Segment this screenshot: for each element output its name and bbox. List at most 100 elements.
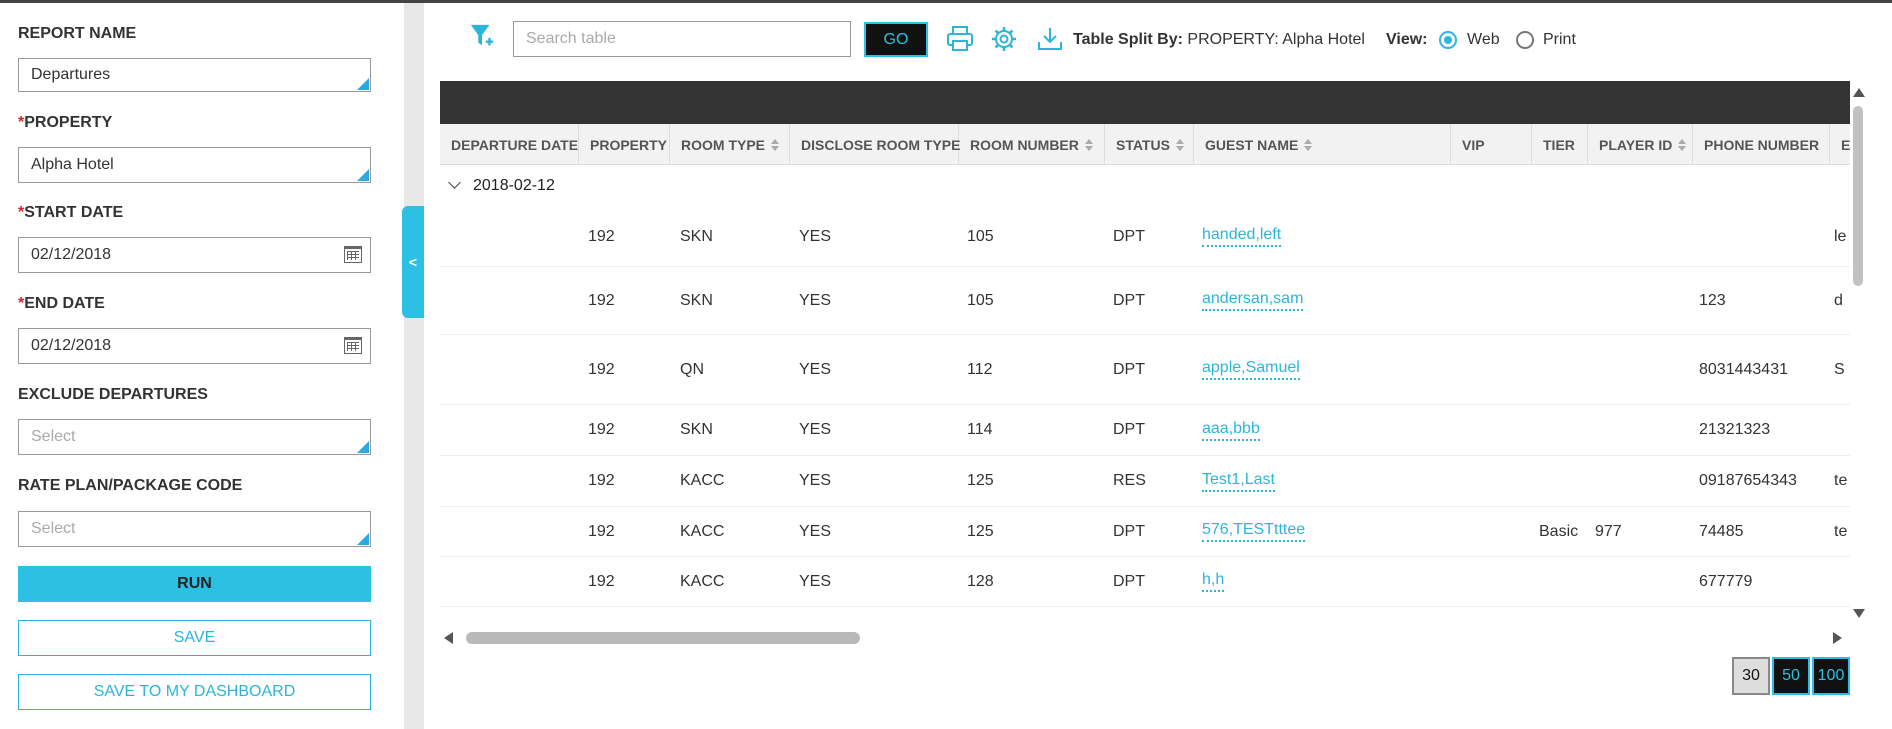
table-split-value: PROPERTY: Alpha Hotel <box>1187 31 1365 48</box>
view-print-radio[interactable] <box>1516 31 1534 49</box>
scroll-left-icon[interactable] <box>444 632 453 644</box>
scroll-right-icon[interactable] <box>1833 632 1842 644</box>
table-row[interactable]: 192 KACC YES 125 DPT 576,TESTtttee Basic 977 744… <box>440 507 1850 557</box>
cell-value: KACC <box>680 522 725 540</box>
table-row[interactable]: 192 QN YES 112 DPT apple,Samuel 8031443431 S <box>440 335 1850 405</box>
group-date: 2018-02-12 <box>473 177 555 194</box>
cell-extra: te <box>1834 456 1847 506</box>
cell-guest[interactable]: h,h <box>1202 557 1225 606</box>
page-size-50-button[interactable]: 50 <box>1772 657 1810 695</box>
column-header-room-number[interactable]: ROOM NUMBER <box>959 124 1105 165</box>
vertical-scrollbar[interactable] <box>1850 83 1868 623</box>
sort-icon[interactable] <box>1084 138 1093 151</box>
calendar-icon[interactable] <box>344 246 362 263</box>
cell-room-type: KACC <box>680 456 724 506</box>
print-icon[interactable] <box>946 25 974 53</box>
report-name-label: REPORT NAME <box>18 25 137 42</box>
column-header-tier[interactable]: TIER <box>1532 124 1588 165</box>
resize-corner-icon <box>357 78 369 90</box>
table-row[interactable]: 192 KACC YES 125 RES Test1,Last 09187654343 te <box>440 456 1850 507</box>
sort-icon[interactable] <box>1678 138 1687 151</box>
cell-value: d <box>1834 291 1843 309</box>
horizontal-scroll-thumb[interactable] <box>466 632 860 644</box>
rate-plan-select[interactable]: Select <box>18 511 371 547</box>
save-to-dashboard-button[interactable]: SAVE TO MY DASHBOARD <box>18 674 371 710</box>
cell-guest[interactable]: 576,TESTtttee <box>1202 507 1306 556</box>
table-row[interactable]: 192 SKN YES 105 DPT handed,left le <box>440 207 1850 267</box>
column-header-phone-number[interactable]: PHONE NUMBER <box>1693 124 1830 165</box>
view-web-radio[interactable] <box>1439 31 1457 49</box>
cell-phone: 123 <box>1699 267 1726 334</box>
page-size-30-button[interactable]: 30 <box>1732 657 1770 695</box>
cell-value: 192 <box>588 522 615 540</box>
gear-icon[interactable] <box>990 25 1018 53</box>
column-header-player-id[interactable]: PLAYER ID <box>1588 124 1693 165</box>
start-date-field[interactable]: 02/12/2018 <box>18 237 371 273</box>
exclude-departures-select[interactable]: Select <box>18 419 371 455</box>
guest-name-link[interactable]: 576,TESTtttee <box>1202 521 1306 542</box>
cell-value: DPT <box>1113 421 1145 438</box>
cell-disclose: YES <box>799 335 831 404</box>
guest-name-link[interactable]: h,h <box>1202 571 1225 592</box>
column-header-email[interactable]: E <box>1830 124 1850 165</box>
cell-value: YES <box>799 522 832 540</box>
guest-name-link[interactable]: apple,Samuel <box>1202 359 1300 380</box>
cell-guest[interactable]: apple,Samuel <box>1202 335 1300 404</box>
page-size-100-button[interactable]: 100 <box>1812 657 1850 695</box>
cell-value: 192 <box>588 572 615 590</box>
column-header-room-type[interactable]: ROOM TYPE <box>670 124 790 165</box>
guest-name-link[interactable]: aaa,bbb <box>1202 420 1260 441</box>
horizontal-scrollbar[interactable] <box>440 627 1850 647</box>
table-row[interactable]: 192 SKN YES 114 DPT aaa,bbb 21321323 <box>440 405 1850 456</box>
scroll-up-icon[interactable] <box>1853 88 1865 97</box>
guest-name-link[interactable]: andersan,sam <box>1202 290 1304 311</box>
go-button[interactable]: GO <box>864 22 928 57</box>
sort-icon[interactable] <box>1175 138 1184 151</box>
guest-name-link[interactable]: handed,left <box>1202 226 1282 247</box>
column-header-vip[interactable]: VIP <box>1451 124 1532 165</box>
cell-value: DPT <box>1113 572 1145 590</box>
exclude-departures-label: EXCLUDE DEPARTURES <box>18 386 208 403</box>
calendar-icon[interactable] <box>344 337 362 354</box>
report-name-value: Departures <box>31 66 111 83</box>
end-date-field[interactable]: 02/12/2018 <box>18 328 371 364</box>
column-header-property[interactable]: PROPERTY <box>579 124 670 165</box>
sort-icon[interactable] <box>771 138 780 151</box>
filter-add-icon[interactable] <box>468 23 496 51</box>
scroll-down-icon[interactable] <box>1853 609 1865 618</box>
cell-guest[interactable]: Test1,Last <box>1202 456 1275 506</box>
property-value: Alpha Hotel <box>31 156 114 173</box>
view-web-label[interactable]: Web <box>1467 31 1500 49</box>
sort-icon[interactable] <box>1304 138 1313 151</box>
table-row[interactable]: 192 SKN YES 105 DPT andersan,sam 123 d <box>440 267 1850 335</box>
cell-guest[interactable]: aaa,bbb <box>1202 405 1260 455</box>
run-button[interactable]: RUN <box>18 566 371 602</box>
column-header-disclose-room-type[interactable]: DISCLOSE ROOM TYPE <box>790 124 960 165</box>
group-row[interactable]: 2018-02-12 <box>440 166 1850 206</box>
report-name-field[interactable]: Departures <box>18 58 371 92</box>
guest-name-link[interactable]: Test1,Last <box>1202 471 1275 492</box>
column-header-status[interactable]: STATUS <box>1105 124 1194 165</box>
cell-property: 192 <box>588 405 615 455</box>
column-header-departure-date[interactable]: DEPARTURE DATE <box>440 124 579 165</box>
cell-room-type: SKN <box>680 207 713 266</box>
property-select[interactable]: Alpha Hotel <box>18 147 371 183</box>
save-button[interactable]: SAVE <box>18 620 371 656</box>
cell-value: 192 <box>588 360 615 378</box>
chevron-down-icon[interactable] <box>448 175 461 189</box>
cell-phone: 8031443431 <box>1699 335 1788 404</box>
cell-phone: 21321323 <box>1699 405 1770 455</box>
cell-value: 74485 <box>1699 522 1744 540</box>
report-parameters-panel: REPORT NAME Departures *PROPERTY Alpha H… <box>0 3 404 729</box>
download-icon[interactable] <box>1036 25 1064 53</box>
vertical-scroll-thumb[interactable] <box>1853 106 1863 286</box>
cell-guest[interactable]: andersan,sam <box>1202 267 1304 334</box>
collapse-panel-button[interactable]: < <box>402 206 424 318</box>
search-input[interactable] <box>513 21 851 57</box>
cell-value: YES <box>799 472 832 489</box>
column-header-guest-name[interactable]: GUEST NAME <box>1194 124 1451 165</box>
view-print-label[interactable]: Print <box>1543 31 1576 49</box>
cell-guest[interactable]: handed,left <box>1202 207 1282 266</box>
table-row[interactable]: 192 KACC YES 128 DPT h,h 677779 <box>440 557 1850 607</box>
exclude-departures-placeholder: Select <box>31 428 76 445</box>
